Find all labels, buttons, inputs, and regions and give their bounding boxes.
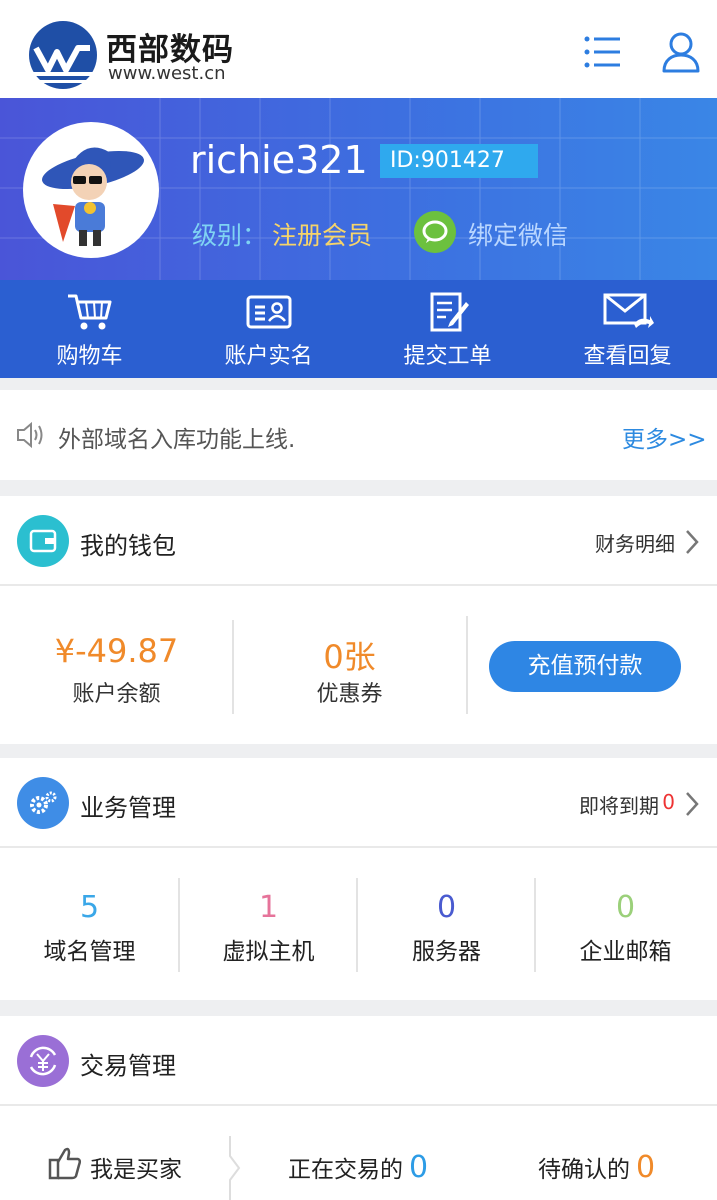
pending-label: 待确认的 — [538, 1157, 630, 1183]
avatar[interactable] — [23, 122, 159, 258]
divider — [466, 616, 468, 714]
balance-amount: ¥-49.87 — [54, 632, 179, 670]
view-reply-label: 查看回复 — [583, 344, 672, 369]
domain-count[interactable]: 5 — [0, 890, 179, 925]
trading-link[interactable]: 正在交易的 0 — [288, 1150, 428, 1185]
balance-label: 账户余额 — [72, 682, 161, 707]
recharge-button[interactable]: 充值预付款 — [489, 641, 681, 692]
avatar-cartoon-icon — [42, 147, 144, 246]
trade-header[interactable]: 交易管理 — [0, 1016, 717, 1106]
pending-link[interactable]: 待确认的 0 — [538, 1150, 655, 1185]
user-id-badge: ID:901427 — [380, 144, 538, 178]
level-value: 注册会员 — [272, 221, 373, 250]
real-name-label: 账户实名 — [224, 344, 313, 369]
server-count[interactable]: 0 — [357, 890, 536, 925]
cart-label: 购物车 — [56, 344, 123, 369]
vhost-count[interactable]: 1 — [179, 890, 358, 925]
real-name-button[interactable]: 账户实名 — [179, 280, 358, 378]
gears-icon — [17, 777, 69, 829]
business-header[interactable]: 业务管理 即将到期 0 — [0, 758, 717, 848]
domain-manage-link[interactable]: 域名管理 — [0, 932, 179, 966]
cart-button[interactable]: 购物车 — [0, 280, 179, 378]
trade-title: 交易管理 — [80, 1052, 176, 1080]
wallet-icon — [17, 515, 69, 567]
cart-icon — [67, 294, 111, 330]
wallet-title: 我的钱包 — [80, 532, 176, 560]
wechat-icon[interactable] — [414, 211, 456, 253]
submit-ticket-button[interactable]: 提交工单 — [358, 280, 537, 378]
brand-url: www.west.cn — [108, 63, 226, 84]
more-link[interactable]: 更多>> — [622, 420, 707, 454]
coupon-count[interactable]: 0张 — [233, 632, 466, 678]
thumbs-up-icon — [48, 1147, 82, 1180]
view-reply-button[interactable]: 查看回复 — [538, 280, 717, 378]
user-icon[interactable] — [660, 30, 702, 74]
trading-label: 正在交易的 — [288, 1157, 403, 1183]
west-logo-icon[interactable] — [28, 20, 98, 90]
list-menu-icon[interactable] — [583, 34, 621, 70]
coupon-label[interactable]: 优惠券 — [233, 676, 466, 708]
username: richie321 — [190, 138, 368, 182]
expiring-count[interactable]: 0 — [662, 790, 675, 814]
bind-wechat-link[interactable]: 绑定微信 — [468, 216, 568, 252]
notice-text[interactable]: 外部域名入库功能上线. — [58, 420, 295, 454]
level-label: 级别： — [192, 221, 268, 250]
top-header: 西部数码 www.west.cn — [0, 0, 717, 98]
trading-count: 0 — [409, 1150, 429, 1185]
mail-reply-icon — [603, 293, 654, 328]
quick-action-bar: 购物车 账户实名 提交工单 查看回复 — [0, 280, 717, 378]
edit-ticket-icon — [430, 292, 469, 332]
expiring-link[interactable]: 即将到期 — [579, 790, 659, 819]
exchange-yuan-icon — [17, 1035, 69, 1087]
email-manage-link[interactable]: 企业邮箱 — [536, 932, 715, 966]
server-manage-link[interactable]: 服务器 — [357, 932, 536, 966]
id-card-icon — [246, 295, 291, 329]
vhost-manage-link[interactable]: 虚拟主机 — [179, 932, 358, 966]
business-title: 业务管理 — [80, 794, 176, 822]
profile-banner: richie321 ID:901427 级别： 注册会员 绑定微信 — [0, 98, 717, 280]
speaker-icon — [17, 421, 43, 449]
chevron-right-icon — [686, 792, 699, 816]
pending-count: 0 — [636, 1150, 656, 1185]
wallet-header[interactable]: 我的钱包 财务明细 — [0, 496, 717, 586]
submit-ticket-label: 提交工单 — [403, 344, 492, 369]
chevron-right-icon — [686, 530, 699, 554]
finance-detail-link[interactable]: 财务明细 — [595, 528, 675, 557]
buyer-link[interactable]: 我是买家 — [90, 1150, 182, 1184]
chevron-divider-icon — [229, 1136, 241, 1200]
email-count[interactable]: 0 — [536, 890, 715, 925]
